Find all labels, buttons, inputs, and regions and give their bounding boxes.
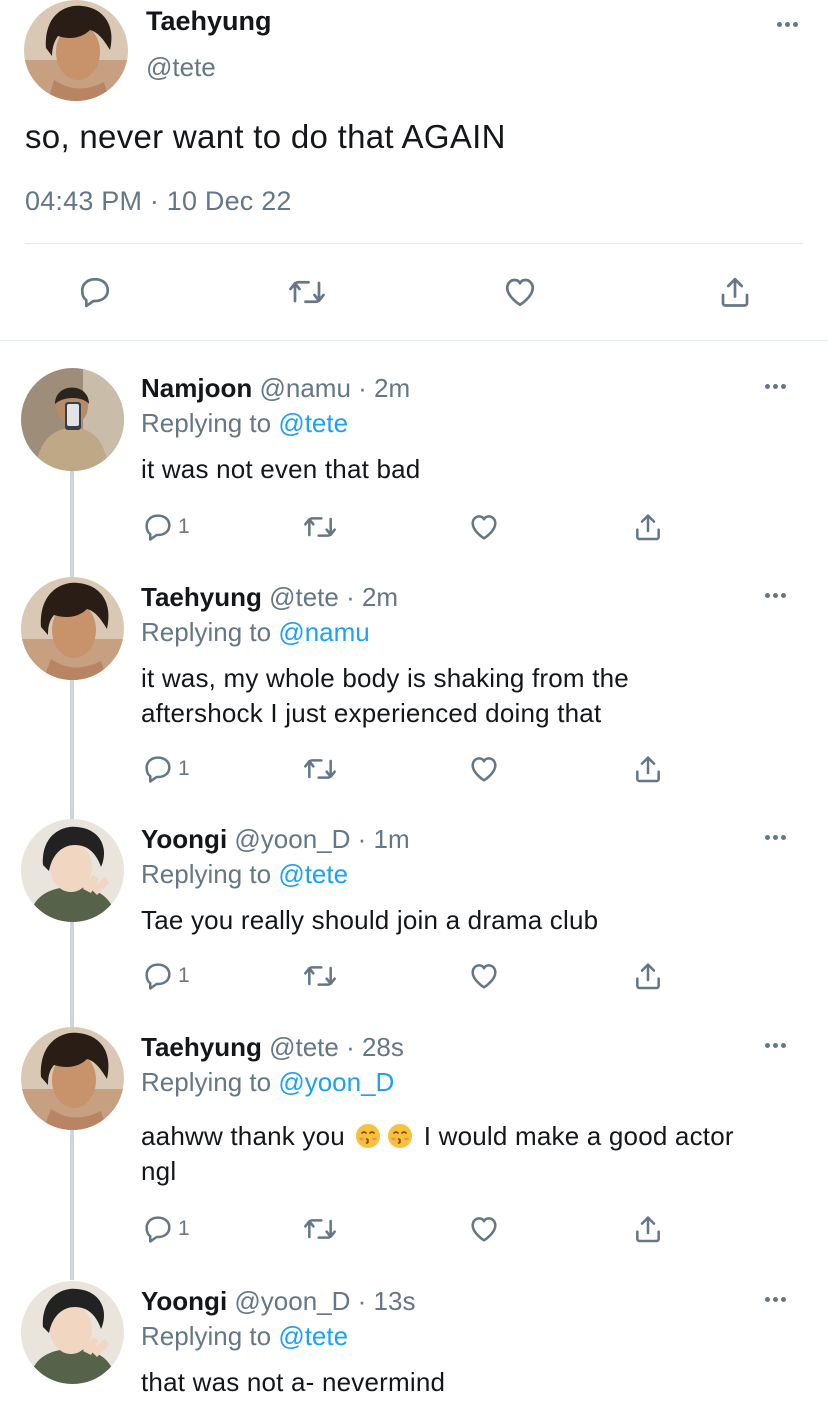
author-name[interactable]: Taehyung <box>141 1032 262 1062</box>
tweet-text: so, never want to do that AGAIN <box>25 118 506 155</box>
like-icon[interactable] <box>498 270 542 314</box>
reply-icon <box>145 963 171 990</box>
replying-to-label: Replying to <box>141 859 279 889</box>
reply-tweet[interactable]: Taehyung @tete · 28s Replying to @yoon_D… <box>0 1027 828 1257</box>
reply-icon <box>145 756 171 783</box>
mention-link[interactable]: @tete <box>278 408 348 438</box>
replying-to: Replying to @namu <box>141 617 370 648</box>
share-icon[interactable] <box>713 270 757 314</box>
section-divider <box>0 340 828 341</box>
reply-header: Yoongi @yoon_D · 13s <box>141 1286 415 1317</box>
retweet-icon[interactable] <box>285 270 329 314</box>
reply-text: aahww thank you I would make a good acto… <box>141 1119 751 1189</box>
like-icon[interactable] <box>467 959 501 993</box>
author-handle[interactable]: @tete <box>146 52 216 83</box>
more-options-icon[interactable] <box>765 1043 786 1048</box>
reply-actions: 1 <box>0 959 828 993</box>
divider <box>25 243 803 244</box>
avatar[interactable] <box>21 1027 124 1130</box>
author-name[interactable]: Namjoon <box>141 373 252 403</box>
share-icon[interactable] <box>632 959 664 993</box>
reply-count: 1 <box>178 1217 190 1240</box>
reply-count: 1 <box>178 515 190 538</box>
reply-header: Yoongi @yoon_D · 1m <box>141 824 410 855</box>
kissing-face-emoji <box>356 1124 381 1148</box>
more-options-icon[interactable] <box>765 593 786 598</box>
replying-to-label: Replying to <box>141 1321 279 1351</box>
retweet-icon[interactable] <box>302 959 338 993</box>
author-name[interactable]: Taehyung <box>141 582 262 612</box>
reply-tweet[interactable]: Yoongi @yoon_D · 13s Replying to @tete t… <box>0 1281 828 1406</box>
reply-icon[interactable] <box>73 270 117 314</box>
share-icon[interactable] <box>632 510 664 544</box>
reply-button[interactable]: 1 <box>142 752 190 786</box>
reply-actions: 1 <box>0 510 828 544</box>
reply-tweet[interactable]: Yoongi @yoon_D · 1m Replying to @tete Ta… <box>0 819 828 1009</box>
reply-tweet[interactable]: Taehyung @tete · 2m Replying to @namu it… <box>0 577 828 797</box>
reply-button[interactable]: 1 <box>142 1212 190 1246</box>
reply-tweet[interactable]: Namjoon @namu · 2m Replying to @tete it … <box>0 368 828 558</box>
replying-to-label: Replying to <box>141 1067 279 1097</box>
reply-button[interactable]: 1 <box>142 959 190 993</box>
author-handle-time[interactable]: @tete · 2m <box>269 582 398 612</box>
reply-header: Taehyung @tete · 28s <box>141 1032 404 1063</box>
more-options-icon[interactable] <box>765 384 786 389</box>
reply-button[interactable]: 1 <box>142 510 190 544</box>
tweet-actions <box>0 270 828 316</box>
reply-header: Namjoon @namu · 2m <box>141 373 410 404</box>
avatar[interactable] <box>21 368 124 471</box>
reply-header: Taehyung @tete · 2m <box>141 582 398 613</box>
more-options-icon[interactable] <box>765 835 786 840</box>
mention-link[interactable]: @tete <box>278 859 348 889</box>
replying-to-label: Replying to <box>141 617 279 647</box>
replying-to-label: Replying to <box>141 408 279 438</box>
mention-link[interactable]: @namu <box>278 617 369 647</box>
avatar[interactable] <box>21 577 124 680</box>
like-icon[interactable] <box>467 1212 501 1246</box>
retweet-icon[interactable] <box>302 752 338 786</box>
retweet-icon[interactable] <box>302 510 338 544</box>
share-icon[interactable] <box>632 1212 664 1246</box>
mention-link[interactable]: @tete <box>278 1321 348 1351</box>
reply-icon <box>145 1216 171 1243</box>
replying-to: Replying to @tete <box>141 1321 348 1352</box>
reply-text: that was not a- nevermind <box>141 1367 446 1397</box>
tweet-timestamp: 04:43 PM · 10 Dec 22 <box>25 186 292 216</box>
avatar[interactable] <box>21 819 124 922</box>
reply-count: 1 <box>178 757 190 780</box>
replying-to: Replying to @tete <box>141 408 348 439</box>
author-name[interactable]: Yoongi <box>141 824 227 854</box>
author-name[interactable]: Yoongi <box>141 1286 227 1316</box>
avatar[interactable] <box>24 0 128 101</box>
reply-actions: 1 <box>0 752 828 786</box>
share-icon[interactable] <box>632 752 664 786</box>
reply-text: Tae you really should join a drama club <box>141 905 599 935</box>
author-handle-time[interactable]: @yoon_D · 13s <box>234 1286 415 1316</box>
replying-to: Replying to @tete <box>141 859 348 890</box>
more-options-icon[interactable] <box>777 22 798 27</box>
like-icon[interactable] <box>467 510 501 544</box>
reply-text: it was, my whole body is shaking from th… <box>141 663 629 728</box>
reply-text-part: aahww thank you <box>141 1121 345 1151</box>
author-handle-time[interactable]: @yoon_D · 1m <box>234 824 409 854</box>
reply-count: 1 <box>178 964 190 987</box>
replying-to: Replying to @yoon_D <box>141 1067 394 1098</box>
author-name[interactable]: Taehyung <box>146 6 272 37</box>
retweet-icon[interactable] <box>302 1212 338 1246</box>
author-handle-time[interactable]: @tete · 28s <box>269 1032 404 1062</box>
kissing-face-emoji <box>388 1124 413 1148</box>
reply-text: it was not even that bad <box>141 454 421 484</box>
reply-icon <box>145 514 171 541</box>
reply-actions: 1 <box>0 1212 828 1246</box>
avatar[interactable] <box>21 1281 124 1384</box>
more-options-icon[interactable] <box>765 1297 786 1302</box>
author-handle-time[interactable]: @namu · 2m <box>259 373 410 403</box>
like-icon[interactable] <box>467 752 501 786</box>
main-tweet: Taehyung @tete so, never want to do that… <box>0 0 828 340</box>
mention-link[interactable]: @yoon_D <box>278 1067 394 1097</box>
